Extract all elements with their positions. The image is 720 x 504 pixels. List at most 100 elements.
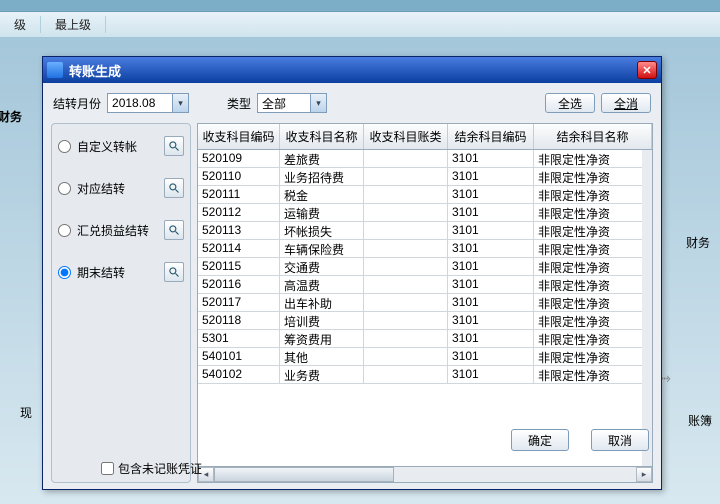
table-cell <box>364 168 448 185</box>
radio-input[interactable] <box>58 224 71 237</box>
radio-input[interactable] <box>58 140 71 153</box>
type-dropdown[interactable]: 全部 ▾ <box>257 93 327 113</box>
table-cell: 培训费 <box>280 312 364 329</box>
table-row[interactable]: 540102业务费3101非限定性净资 <box>198 366 652 384</box>
table-cell: 3101 <box>448 168 534 185</box>
table-cell: 3101 <box>448 276 534 293</box>
system-icon <box>47 62 63 78</box>
col-header[interactable]: 收支科目账类 <box>364 124 448 149</box>
search-button[interactable] <box>164 178 184 198</box>
table-cell: 3101 <box>448 330 534 347</box>
col-header[interactable]: 结余科目名称 <box>534 124 652 149</box>
table-cell: 非限定性净资 <box>534 186 652 203</box>
table-cell <box>364 240 448 257</box>
search-icon <box>168 182 180 194</box>
table-cell: 3101 <box>448 312 534 329</box>
table-row[interactable]: 520113坏帐损失3101非限定性净资 <box>198 222 652 240</box>
table-cell: 税金 <box>280 186 364 203</box>
table-cell: 非限定性净资 <box>534 276 652 293</box>
table-cell <box>364 186 448 203</box>
type-value: 全部 <box>262 95 286 112</box>
include-unposted-label: 包含未记账凭证 <box>118 460 202 477</box>
table-cell: 3101 <box>448 348 534 365</box>
bg-menu-item[interactable]: 最上级 <box>41 16 106 33</box>
search-icon <box>168 140 180 152</box>
table-cell: 非限定性净资 <box>534 366 652 383</box>
scroll-right-icon[interactable]: ▸ <box>636 467 652 482</box>
table-row[interactable]: 520111税金3101非限定性净资 <box>198 186 652 204</box>
search-button[interactable] <box>164 136 184 156</box>
table-cell: 3101 <box>448 366 534 383</box>
table-cell: 540101 <box>198 348 280 365</box>
table-row[interactable]: 5301筹资费用3101非限定性净资 <box>198 330 652 348</box>
table-cell: 高温费 <box>280 276 364 293</box>
radio-input[interactable] <box>58 182 71 195</box>
table-cell: 差旅费 <box>280 150 364 167</box>
radio-label: 自定义转帐 <box>77 138 137 155</box>
search-button[interactable] <box>164 220 184 240</box>
ok-button[interactable]: 确定 <box>511 429 569 451</box>
table-cell: 3101 <box>448 258 534 275</box>
period-dropdown[interactable]: 2018.08 ▾ <box>107 93 189 113</box>
horizontal-scrollbar[interactable]: ◂ ▸ <box>198 466 652 482</box>
radio-period-end-transfer[interactable]: 期末结转 <box>58 262 184 282</box>
table-cell: 3101 <box>448 294 534 311</box>
table-cell: 非限定性净资 <box>534 240 652 257</box>
chevron-down-icon: ▾ <box>310 94 326 112</box>
bg-menu-item[interactable]: 级 <box>0 16 41 33</box>
table-cell: 车辆保险费 <box>280 240 364 257</box>
table-cell: 520116 <box>198 276 280 293</box>
radio-corresponding-transfer[interactable]: 对应结转 <box>58 178 184 198</box>
table-cell <box>364 222 448 239</box>
include-unposted-checkbox[interactable] <box>101 462 114 475</box>
table-cell <box>364 276 448 293</box>
table-row[interactable]: 520118培训费3101非限定性净资 <box>198 312 652 330</box>
scroll-thumb[interactable] <box>214 467 394 482</box>
table-cell: 3101 <box>448 240 534 257</box>
col-header[interactable]: 收支科目名称 <box>280 124 364 149</box>
table-row[interactable]: 540101其他3101非限定性净资 <box>198 348 652 366</box>
radio-custom-transfer[interactable]: 自定义转帐 <box>58 136 184 156</box>
table-cell <box>364 204 448 221</box>
select-all-button[interactable]: 全选 <box>545 93 595 113</box>
col-header[interactable]: 收支科目编码 <box>198 124 280 149</box>
table-row[interactable]: 520117出车补助3101非限定性净资 <box>198 294 652 312</box>
table-cell: 业务费 <box>280 366 364 383</box>
vertical-scrollbar[interactable] <box>642 150 652 466</box>
table-row[interactable]: 520112运输费3101非限定性净资 <box>198 204 652 222</box>
table-cell: 非限定性净资 <box>534 330 652 347</box>
scroll-track[interactable] <box>214 467 636 482</box>
table-cell: 3101 <box>448 204 534 221</box>
search-button[interactable] <box>164 262 184 282</box>
toolbar: 结转月份 2018.08 ▾ 类型 全部 ▾ 全选 全消 <box>43 83 661 123</box>
table-row[interactable]: 520109差旅费3101非限定性净资 <box>198 150 652 168</box>
col-header[interactable]: 结余科目编码 <box>448 124 534 149</box>
radio-label: 期末结转 <box>77 264 125 281</box>
close-button[interactable]: ✕ <box>637 61 657 79</box>
table-row[interactable]: 520114车辆保险费3101非限定性净资 <box>198 240 652 258</box>
table-cell: 出车补助 <box>280 294 364 311</box>
table-row[interactable]: 520110业务招待费3101非限定性净资 <box>198 168 652 186</box>
table-cell: 520109 <box>198 150 280 167</box>
table-row[interactable]: 520116高温费 3101非限定性净资 <box>198 276 652 294</box>
radio-exchange-transfer[interactable]: 汇兑损益结转 <box>58 220 184 240</box>
radio-label: 对应结转 <box>77 180 125 197</box>
bg-label-cash: 现 <box>20 404 32 421</box>
radio-input[interactable] <box>58 266 71 279</box>
table-cell <box>364 366 448 383</box>
table-cell <box>364 258 448 275</box>
table-cell: 520118 <box>198 312 280 329</box>
deselect-all-button[interactable]: 全消 <box>601 93 651 113</box>
dialog-title: 转账生成 <box>69 61 637 80</box>
table-cell <box>364 330 448 347</box>
table-cell: 520111 <box>198 186 280 203</box>
table-row[interactable]: 520115交通费3101非限定性净资 <box>198 258 652 276</box>
table-cell: 520110 <box>198 168 280 185</box>
table-cell: 5301 <box>198 330 280 347</box>
period-label: 结转月份 <box>53 95 101 112</box>
type-label: 类型 <box>227 95 251 112</box>
table-cell: 520112 <box>198 204 280 221</box>
table-cell: 非限定性净资 <box>534 150 652 167</box>
cancel-button[interactable]: 取消 <box>591 429 649 451</box>
transfer-generate-dialog: 转账生成 ✕ 结转月份 2018.08 ▾ 类型 全部 ▾ 全选 全消 自定义转… <box>42 56 662 490</box>
